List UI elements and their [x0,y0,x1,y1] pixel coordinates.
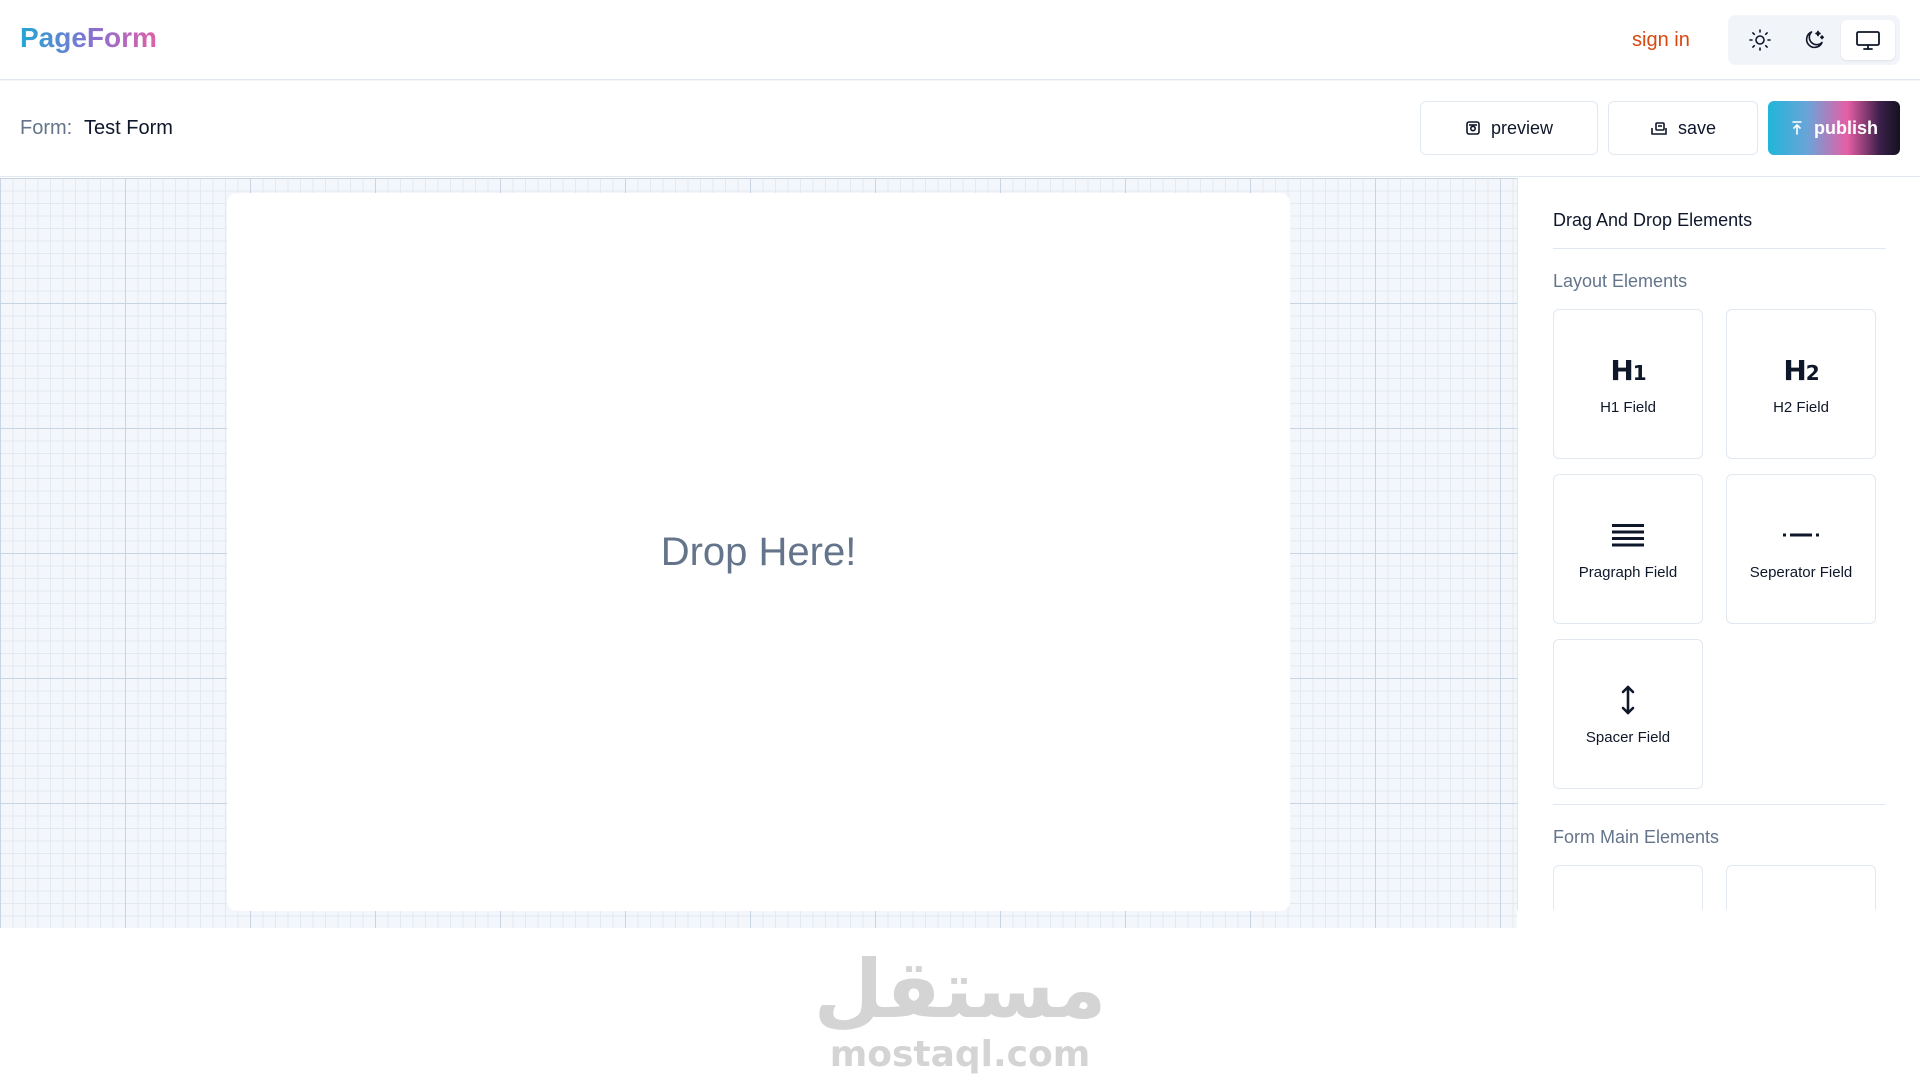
designer-canvas: Drop Here! [0,178,1517,928]
form-element-card[interactable] [1726,865,1876,910]
form-toolbar: Form: Test Form preview save publish [0,81,1920,177]
dark-theme-button[interactable] [1787,20,1841,60]
form-main-elements-heading: Form Main Elements [1553,827,1720,847]
drop-here-text: Drop Here! [660,529,857,574]
moon-icon [1805,30,1825,49]
sun-icon [1749,29,1771,51]
h1-field-card[interactable]: H1 H1 Field [1553,309,1703,459]
spacer-field-card[interactable]: Spacer Field [1553,639,1703,789]
publish-label: publish [1814,117,1878,138]
sidebar-divider [1553,804,1886,805]
watermark: مستقل mostaql.com [0,945,1920,1075]
save-button[interactable]: save [1608,101,1758,155]
paragraph-icon [1612,524,1644,547]
spacer-field-label: Spacer Field [1585,729,1671,746]
form-label: Form: [20,117,73,139]
theme-switcher [1728,15,1900,65]
sidebar-divider [1553,248,1886,249]
h1-icon: H1 [1610,353,1646,387]
h2-field-label: H2 Field [1773,399,1829,416]
vertical-arrows-icon [1621,685,1635,715]
drop-zone[interactable]: Drop Here! [227,193,1290,911]
form-element-card[interactable] [1553,865,1703,910]
app-logo[interactable]: PageForm [20,22,157,54]
save-label: save [1677,117,1717,138]
layout-elements-heading: Layout Elements [1553,271,1688,291]
preview-button[interactable]: preview [1420,101,1598,155]
paragraph-field-card[interactable]: Pragraph Field [1553,474,1703,624]
light-theme-button[interactable] [1733,20,1787,60]
form-name: Test Form [84,117,173,139]
monitor-icon [1856,31,1880,50]
publish-button[interactable]: publish [1768,101,1900,155]
save-icon [1651,122,1667,135]
upload-icon [1792,121,1802,135]
separator-field-label: Seperator Field [1749,564,1853,581]
watermark-arabic: مستقل [813,943,1107,1036]
h2-icon: H2 [1783,353,1819,387]
preview-label: preview [1490,117,1554,138]
h2-field-card[interactable]: H2 H2 Field [1726,309,1876,459]
watermark-latin: mostaql.com [829,1034,1091,1075]
elements-sidebar: Drag And Drop Elements Layout Elements H… [1517,178,1920,910]
separator-field-card[interactable]: Seperator Field [1726,474,1876,624]
sign-in-link[interactable]: sign in [1632,29,1690,52]
separator-icon [1783,533,1819,537]
system-theme-button[interactable] [1841,20,1895,60]
paragraph-field-label: Pragraph Field [1578,564,1678,581]
h1-field-label: H1 Field [1600,399,1656,416]
eye-icon [1466,121,1480,135]
top-navbar: PageForm sign in [0,0,1920,80]
sidebar-title: Drag And Drop Elements [1553,210,1753,230]
